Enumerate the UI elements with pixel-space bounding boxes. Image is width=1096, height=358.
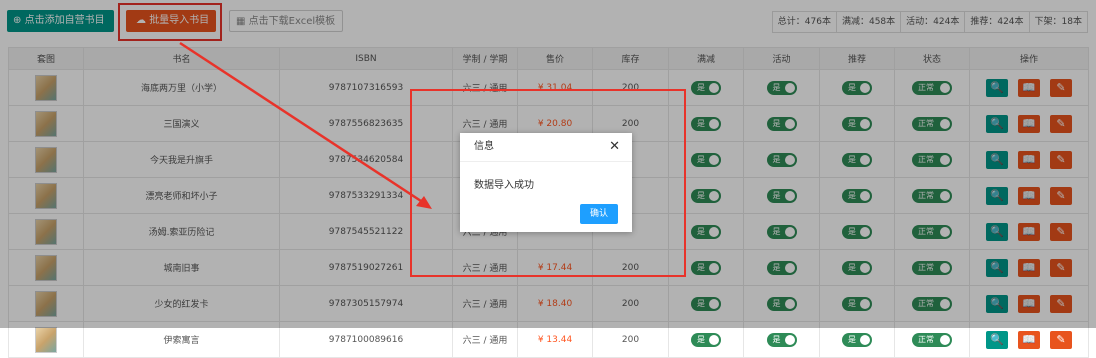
- book-cover: [35, 326, 57, 353]
- activity-toggle[interactable]: 是: [766, 332, 797, 347]
- discount-toggle[interactable]: 是: [691, 332, 721, 347]
- info-dialog: 信息 ✕ 数据导入成功 确认: [460, 133, 632, 232]
- edit-icon[interactable]: ✎: [1050, 330, 1072, 349]
- recommend-toggle[interactable]: 是: [842, 332, 872, 347]
- search-icon[interactable]: 🔍: [986, 330, 1008, 349]
- close-icon[interactable]: ✕: [609, 139, 620, 154]
- status-toggle[interactable]: 正常: [912, 332, 952, 347]
- confirm-button[interactable]: 确认: [580, 204, 618, 224]
- book-icon[interactable]: 📖: [1018, 330, 1040, 349]
- dialog-message: 数据导入成功: [474, 180, 534, 191]
- dialog-title: 信息: [460, 133, 632, 162]
